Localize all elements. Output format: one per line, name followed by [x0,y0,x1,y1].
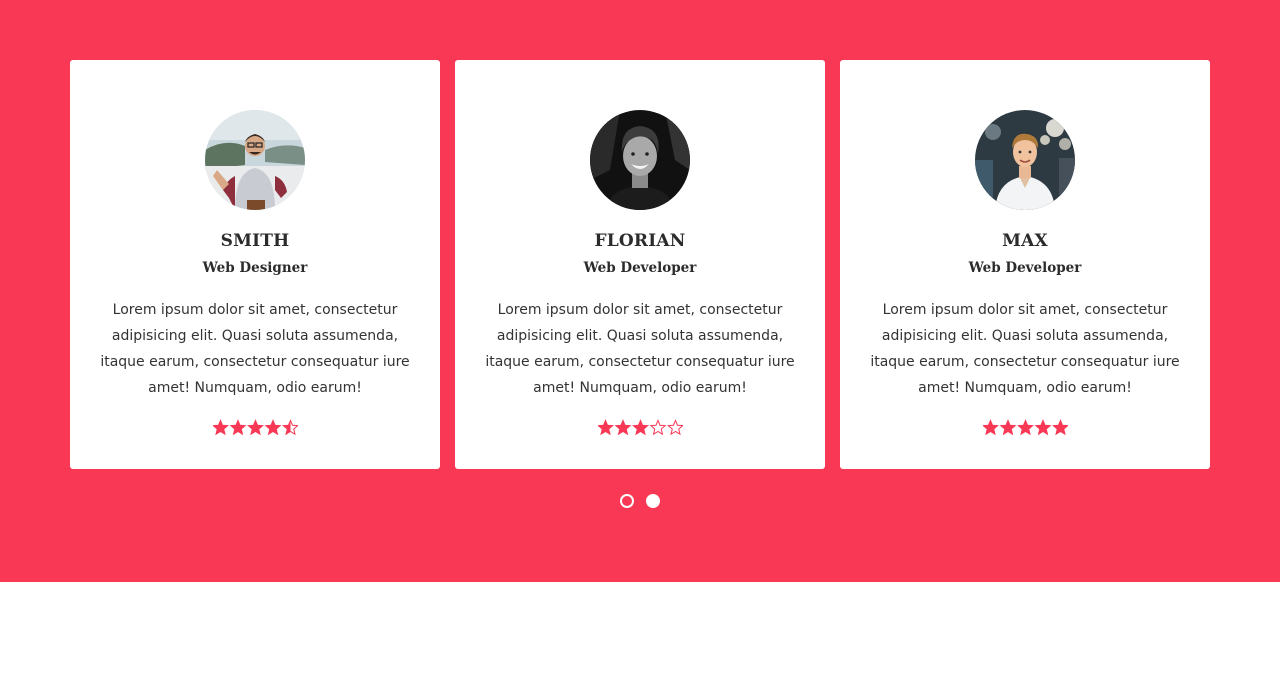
star-rating [840,418,1210,438]
person-name: FLORIAN [594,231,686,251]
testimonial-text: Lorem ipsum dolor sit amet, consectetur … [485,302,795,396]
person-role: Web Designer [202,260,308,276]
star-full-icon [1034,419,1051,436]
testimonial-card-max: MAX Web Developer Lorem ipsum dolor sit … [840,60,1210,469]
star-rating [70,418,440,438]
testimonial-card-florian: FLORIAN Web Developer Lorem ipsum dolor … [455,60,825,469]
star-full-icon [597,419,614,436]
star-full-icon [229,419,246,436]
testimonials-section: SMITH Web Designer Lorem ipsum dolor sit… [0,0,1280,582]
star-full-icon [631,419,649,436]
star-full-icon [999,419,1016,436]
star-empty-icon [649,419,666,436]
person-name: SMITH [220,231,290,251]
carousel-pagination [0,494,1280,510]
star-full-icon [614,419,631,436]
person-role: Web Developer [583,260,697,276]
avatar [590,110,690,210]
avatar [205,110,305,210]
testimonial-text: Lorem ipsum dolor sit amet, consectetur … [100,302,410,396]
star-rating [455,418,825,438]
avatar [975,110,1075,210]
testimonial-text: Lorem ipsum dolor sit amet, consectetur … [870,302,1180,396]
star-full-icon [264,419,281,436]
star-full-icon [982,419,999,436]
star-full-icon [1016,419,1034,436]
star-full-icon [212,419,229,436]
carousel-dot-2[interactable] [646,494,660,508]
star-full-icon [246,419,264,436]
testimonial-card-smith: SMITH Web Designer Lorem ipsum dolor sit… [70,60,440,469]
person-role: Web Developer [968,260,1082,276]
star-empty-icon [666,419,683,436]
carousel-dot-1[interactable] [620,494,634,508]
star-full-icon [1051,419,1068,436]
person-name: MAX [1002,231,1048,251]
